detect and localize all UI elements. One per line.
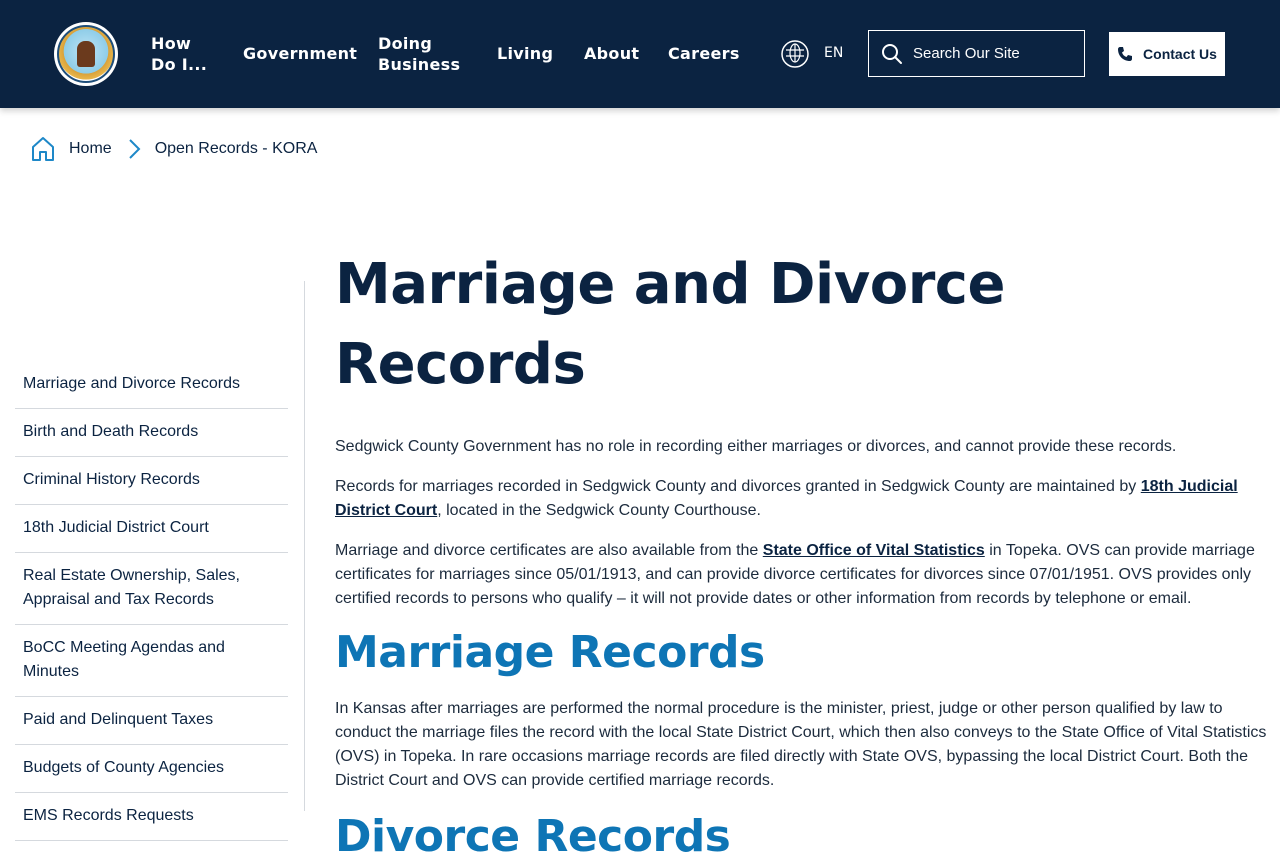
- search-placeholder: Search Our Site: [913, 45, 1020, 62]
- county-seal-logo[interactable]: [54, 22, 118, 86]
- sidebar-nav: Marriage and Divorce Records Birth and D…: [15, 361, 288, 841]
- site-header: How Do I... Government Doing Business Li…: [0, 0, 1280, 108]
- breadcrumb: Home Open Records - KORA: [30, 135, 317, 163]
- sidebar-item-taxes[interactable]: Paid and Delinquent Taxes: [15, 697, 288, 745]
- search-icon: [882, 43, 902, 64]
- main-content: Marriage and Divorce Records Sedgwick Co…: [335, 245, 1270, 865]
- sidebar-item-district-court[interactable]: 18th Judicial District Court: [15, 505, 288, 553]
- divorce-records-heading: Divorce Records: [335, 811, 731, 862]
- nav-about[interactable]: About: [584, 43, 639, 64]
- seal-emblem: [57, 25, 115, 83]
- court-text-after: , located in the Sedgwick County Courtho…: [437, 502, 761, 519]
- nav-living[interactable]: Living: [497, 43, 553, 64]
- vital-text-before: Marriage and divorce certificates are al…: [335, 542, 763, 559]
- sidebar-item-budgets[interactable]: Budgets of County Agencies: [15, 745, 288, 793]
- site-search-input[interactable]: Search Our Site: [868, 30, 1085, 77]
- home-icon[interactable]: [30, 136, 56, 162]
- sidebar-item-real-estate[interactable]: Real Estate Ownership, Sales, Appraisal …: [15, 553, 288, 625]
- contact-us-button[interactable]: Contact Us: [1109, 32, 1225, 76]
- intro-paragraph: Sedgwick County Government has no role i…: [335, 438, 1177, 455]
- seal-figure: [77, 41, 95, 67]
- page-title: Marriage and Divorce Records: [335, 252, 1005, 397]
- breadcrumb-current[interactable]: Open Records - KORA: [155, 140, 318, 158]
- court-paragraph: Records for marriages recorded in Sedgwi…: [335, 475, 1270, 523]
- nav-how-do-i[interactable]: How Do I...: [151, 33, 211, 75]
- vital-stats-paragraph: Marriage and divorce certificates are al…: [335, 539, 1270, 611]
- nav-doing-business[interactable]: Doing Business: [378, 33, 468, 75]
- language-selector[interactable]: EN: [824, 45, 843, 61]
- sidebar-item-ems-records[interactable]: EMS Records Requests: [15, 793, 288, 841]
- sidebar-item-criminal-history[interactable]: Criminal History Records: [15, 457, 288, 505]
- breadcrumb-home[interactable]: Home: [69, 140, 112, 158]
- marriage-records-heading: Marriage Records: [335, 627, 765, 678]
- court-text-before: Records for marriages recorded in Sedgwi…: [335, 478, 1141, 495]
- vital-statistics-link[interactable]: State Office of Vital Statistics: [763, 542, 985, 559]
- nav-government[interactable]: Government: [243, 43, 357, 64]
- sidebar-item-marriage-divorce[interactable]: Marriage and Divorce Records: [15, 361, 288, 409]
- marriage-paragraph: In Kansas after marriages are performed …: [335, 700, 1267, 789]
- sidebar-item-birth-death[interactable]: Birth and Death Records: [15, 409, 288, 457]
- chevron-right-icon: [128, 139, 141, 159]
- sidebar-item-bocc-meetings[interactable]: BoCC Meeting Agendas and Minutes: [15, 625, 288, 697]
- contact-us-label: Contact Us: [1143, 46, 1217, 62]
- nav-careers[interactable]: Careers: [668, 43, 740, 64]
- sidebar-divider: [304, 281, 305, 811]
- globe-translate-icon[interactable]: [780, 39, 810, 69]
- phone-icon: [1118, 47, 1133, 61]
